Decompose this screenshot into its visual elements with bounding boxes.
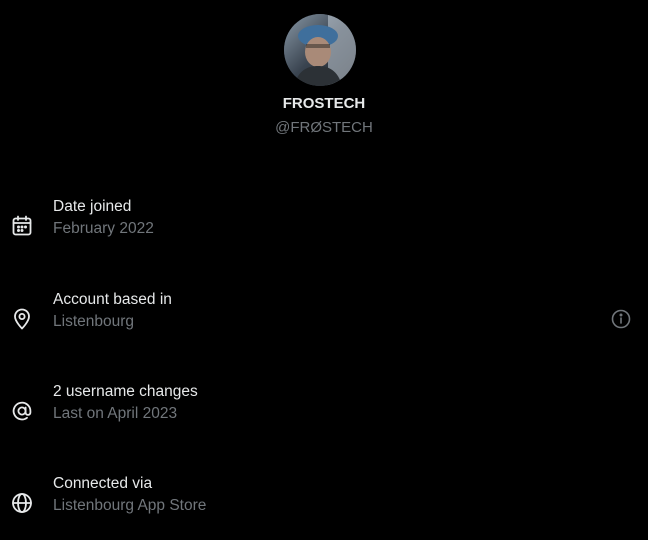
detail-text: 2 username changes Last on April 2023 — [53, 381, 198, 425]
at-sign-icon — [10, 399, 34, 423]
info-icon[interactable] — [610, 308, 632, 330]
detail-text: Date joined February 2022 — [53, 196, 154, 240]
detail-row-account-based-in: Account based in Listenbourg — [0, 289, 648, 349]
avatar-photo — [284, 14, 356, 86]
detail-value: Listenbourg — [53, 313, 135, 330]
detail-row-username-changes: 2 username changes Last on April 2023 — [0, 381, 648, 441]
display-name: FROSTECH — [282, 95, 366, 112]
globe-icon — [10, 491, 34, 515]
detail-value: Listenbourg App Store — [53, 497, 207, 514]
detail-text: Account based in Listenbourg — [53, 289, 172, 333]
detail-label: 2 username changes — [53, 383, 198, 400]
detail-label: Date joined — [53, 198, 132, 215]
calendar-icon — [10, 214, 34, 238]
avatar[interactable] — [284, 14, 356, 86]
detail-label: Account based in — [53, 291, 172, 308]
detail-value: February 2022 — [53, 220, 154, 237]
location-pin-icon — [10, 307, 34, 331]
detail-value: Last on April 2023 — [53, 405, 178, 422]
detail-text: Connected via Listenbourg App Store — [53, 473, 206, 517]
user-handle: @FRØSTECH — [275, 119, 373, 136]
detail-label: Connected via — [53, 475, 153, 492]
detail-row-date-joined: Date joined February 2022 — [0, 196, 648, 256]
detail-row-connected-via: Connected via Listenbourg App Store — [0, 473, 648, 533]
